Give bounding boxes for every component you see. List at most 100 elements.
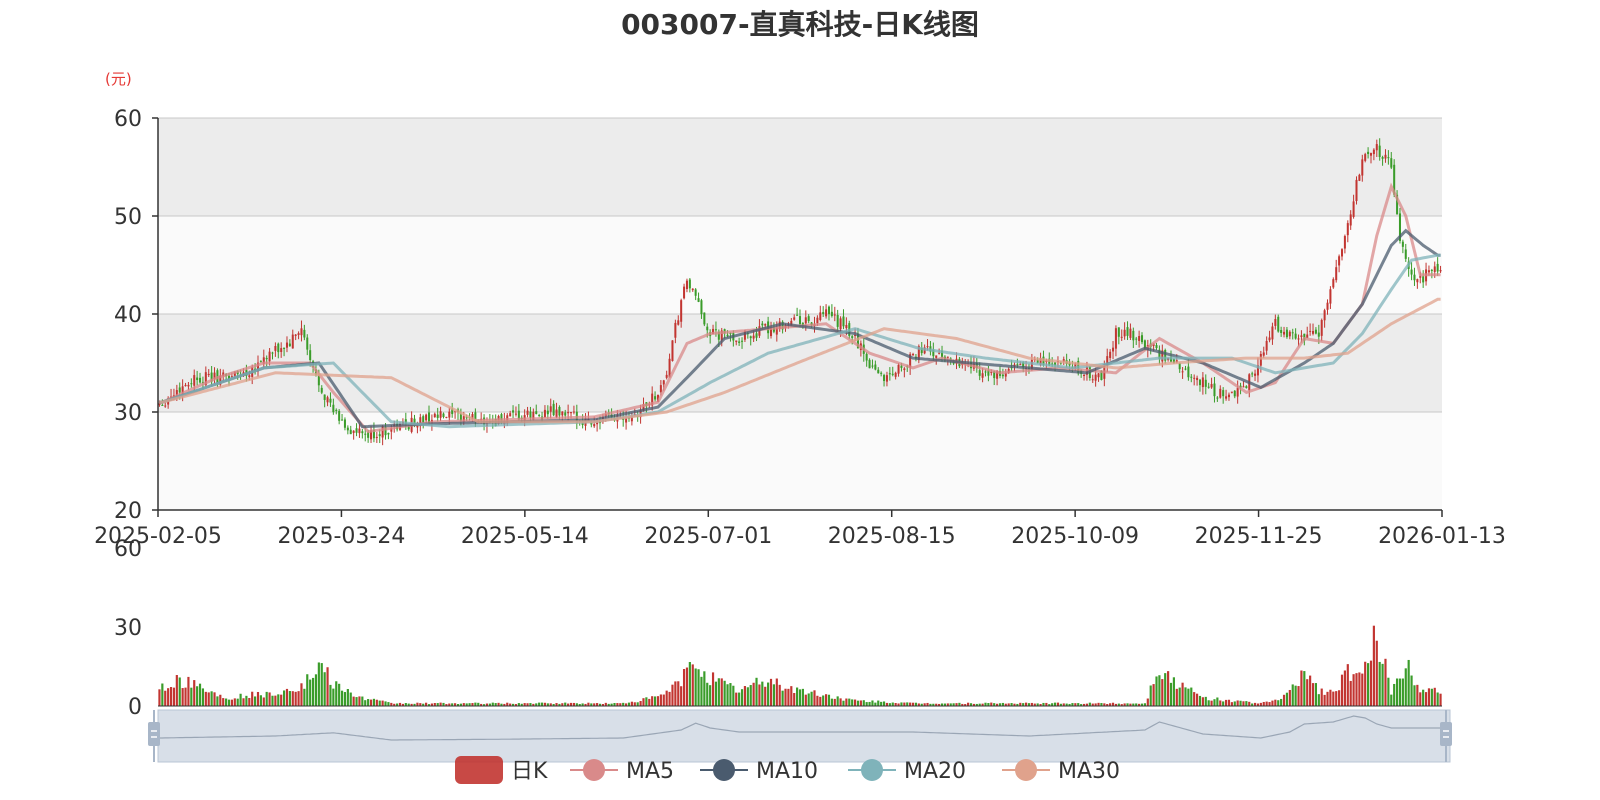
legend-item-ma30[interactable]: MA30 [1002, 759, 1120, 784]
volume-bar [323, 672, 326, 706]
volume-bar [1332, 691, 1335, 706]
volume-bar [842, 700, 845, 706]
candle-body [816, 317, 819, 324]
zoom-slider[interactable] [148, 709, 1452, 763]
volume-bar [1311, 683, 1315, 706]
volume-bar [1346, 664, 1349, 706]
volume-bar [1178, 687, 1181, 706]
candle-body [341, 419, 344, 421]
volume-bar [219, 694, 222, 706]
volume-bar [1309, 675, 1312, 706]
candle-body [1372, 149, 1375, 155]
candle-body [538, 414, 541, 416]
volume-bar [682, 669, 686, 706]
volume-bar [1149, 685, 1152, 706]
candle-body [1251, 373, 1254, 375]
candle-body [1001, 374, 1004, 377]
volume-bar [662, 694, 665, 706]
volume-bar [352, 696, 355, 706]
legend-swatch [455, 756, 503, 784]
volume-bar [1361, 673, 1364, 706]
legend-swatch-dot [861, 759, 883, 781]
volume-bar [1204, 696, 1207, 706]
volume-bar [285, 688, 289, 706]
volume-bar [230, 699, 233, 706]
volume-bar [891, 702, 894, 706]
candle-body [1343, 236, 1346, 249]
legend-item-ma10[interactable]: MA10 [700, 759, 818, 784]
volume-tick-label: 60 [114, 537, 142, 562]
candle-body [326, 397, 329, 403]
candle-body [671, 340, 674, 362]
volume-bar [651, 696, 654, 706]
legend-item-k[interactable]: 日K [455, 756, 548, 784]
candle-body [268, 351, 271, 362]
candle-body [1358, 174, 1361, 181]
candle-body [1135, 338, 1138, 340]
candle-body [1404, 249, 1407, 259]
slider-track[interactable] [157, 709, 1451, 763]
legend-item-ma5[interactable]: MA5 [570, 759, 674, 784]
candle-body [1112, 347, 1115, 352]
volume-bar [848, 698, 851, 706]
volume-bar [384, 701, 387, 706]
candle-body [1430, 269, 1433, 271]
legend-swatch-dot [1015, 759, 1037, 781]
candle-body [839, 318, 842, 330]
volume-bar [1427, 688, 1431, 706]
volume-bar [824, 694, 828, 706]
candle [1277, 314, 1280, 333]
candle-body [1387, 157, 1390, 159]
volume-bar [1233, 701, 1236, 706]
volume-bar [251, 691, 254, 706]
candle-body [1300, 335, 1303, 337]
volume-bar [1213, 699, 1216, 706]
candle [1355, 176, 1358, 205]
volume-bar [239, 693, 242, 706]
grid-band [158, 216, 1442, 314]
volume-bar [645, 697, 648, 706]
volume-bar [225, 698, 228, 706]
legend-label: MA10 [756, 759, 818, 784]
volume-bar [1239, 700, 1242, 706]
volume-bar [775, 678, 778, 706]
volume-bar [880, 701, 883, 706]
candle-body [1019, 363, 1022, 365]
volume-bar [656, 696, 660, 706]
candle-body [338, 410, 341, 421]
legend-swatch-dot [713, 759, 735, 781]
volume-bar [1227, 699, 1231, 706]
volume-bar [1404, 668, 1407, 706]
volume-bar [862, 700, 865, 706]
volume-bar [1433, 687, 1436, 706]
candle-body [1207, 386, 1210, 388]
candle-body [1274, 319, 1277, 326]
candle-body [1413, 274, 1416, 281]
candle-body [738, 341, 741, 343]
candle-body [323, 394, 326, 400]
volume-bar [659, 694, 662, 706]
candle-body [819, 312, 822, 320]
candle-body [1109, 351, 1112, 358]
candle-body [425, 414, 428, 421]
candle-body [1369, 153, 1373, 156]
candle-body [558, 406, 561, 416]
volume-bar [1381, 663, 1384, 706]
legend-item-ma20[interactable]: MA20 [848, 759, 966, 784]
volume-bar [1372, 625, 1375, 706]
volume-bar [326, 667, 329, 706]
volume-bar [375, 699, 378, 706]
candle-body [946, 356, 949, 358]
candle-body [514, 413, 517, 415]
volume-tick-label: 0 [128, 695, 142, 720]
volume-bar [793, 693, 796, 706]
candle-body [1198, 379, 1201, 386]
volume-bar [827, 694, 831, 706]
candle-body [193, 375, 196, 386]
candle-body [700, 300, 703, 315]
volume-bar [1401, 678, 1404, 706]
candle-body [529, 411, 532, 418]
candle-body [1184, 368, 1187, 370]
candle-body [593, 424, 596, 427]
volume-bar [338, 683, 341, 706]
